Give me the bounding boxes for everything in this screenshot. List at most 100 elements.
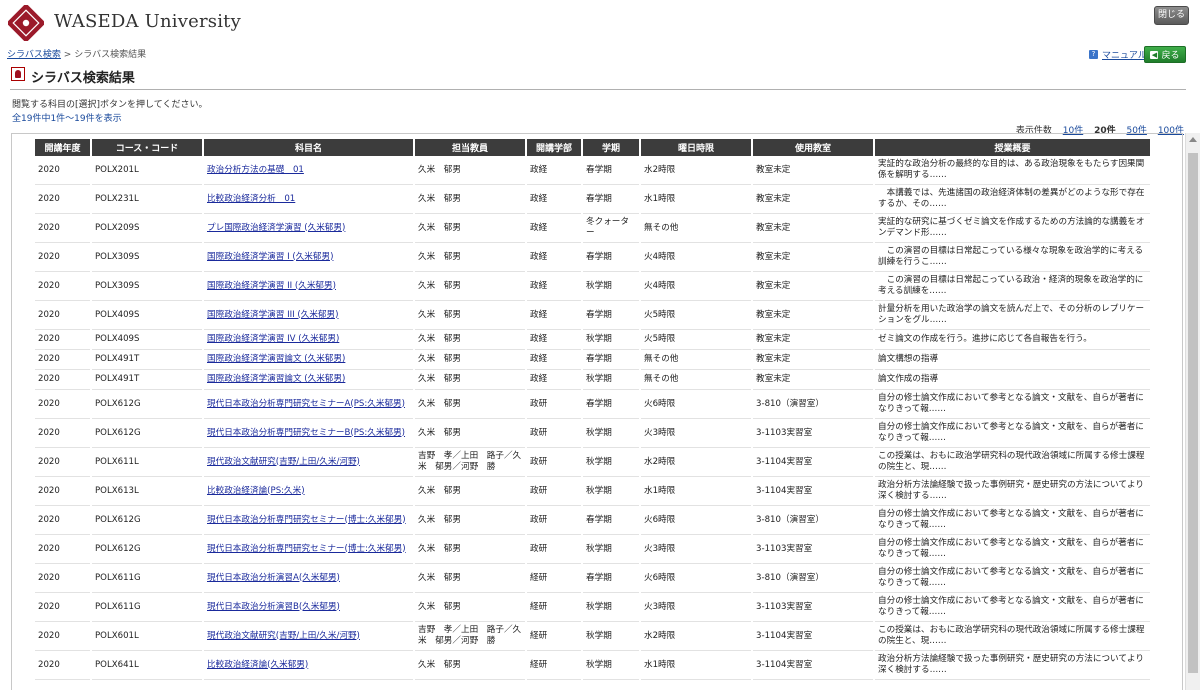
table-row: 2020 POLX491T 国際政治経済学演習論文 (久米郁男) 久米 郁男 政経 春学期… — [35, 350, 1150, 370]
cell-day-period: 無その他 — [641, 350, 751, 370]
manual-link[interactable]: ? マニュアル — [1089, 48, 1147, 61]
course-title-link[interactable]: 現代政治文献研究(吉野/上田/久米/河野) — [207, 631, 360, 641]
cell-term: 春学期 — [583, 350, 639, 370]
cell-term: 秋学期 — [583, 370, 639, 390]
cell-classroom: 3-1103実習室 — [753, 419, 873, 448]
course-title-link[interactable]: 国際政治経済学演習論文 (久米郁男) — [207, 374, 345, 384]
scroll-up-arrow-icon[interactable] — [1189, 137, 1197, 142]
cell-classroom: 教室未定 — [753, 330, 873, 350]
person-icon — [11, 67, 25, 81]
course-title-link[interactable]: プレ国際政治経済学演習 (久米郁男) — [207, 223, 345, 233]
vertical-scrollbar[interactable] — [1185, 133, 1200, 690]
column-header-course-title: 科目名 — [204, 139, 413, 156]
cell-summary: 計量分析を用いた政治学の論文を読んだ上で、その分析のレプリケーションをグル…… — [875, 301, 1150, 330]
table-row: 2020 POLX201L 政治分析方法の基礎 01 久米 郁男 政経 春学期 水2時限 教室… — [35, 156, 1150, 185]
cell-term: 春学期 — [583, 506, 639, 535]
cell-instructor: 久米 郁男 — [415, 350, 525, 370]
cell-day-period: 水2時限 — [641, 448, 751, 477]
cell-day-period: 火6時限 — [641, 390, 751, 419]
table-row: 2020 POLX409S 国際政治経済学演習 III (久米郁男) 久米 郁男 政経春… — [35, 301, 1150, 330]
course-title-link[interactable]: 国際政治経済学演習 II (久米郁男) — [207, 281, 336, 291]
cell-instructor: 久米 郁男 — [415, 535, 525, 564]
cell-year: 2020 — [35, 350, 90, 370]
cell-day-period: 火3時限 — [641, 535, 751, 564]
table-row: 2020 POLX613L 比較政治経済論(PS:久米) 久米 郁男 政研 秋学期 水1時限… — [35, 477, 1150, 506]
cell-faculty: 政経 — [527, 214, 581, 243]
cell-classroom: 教室未定 — [753, 243, 873, 272]
table-row: 2020 POLX491T 国際政治経済学演習論文 (久米郁男) 久米 郁男 政経 秋学期… — [35, 370, 1150, 390]
cell-year: 2020 — [35, 214, 90, 243]
cell-course-code: POLX612G — [92, 390, 202, 419]
course-title-link[interactable]: 現代日本政治分析専門研究セミナーA(PS:久米郁男) — [207, 399, 405, 409]
cell-day-period: 火4時限 — [641, 243, 751, 272]
cell-course-title: 現代政治文献研究(吉野/上田/久米/河野) — [204, 622, 413, 651]
cell-summary: 政治分析方法論経験で扱った事例研究・歴史研究の方法についてより深く検討する…… — [875, 477, 1150, 506]
course-title-link[interactable]: 比較政治経済論(PS:久米) — [207, 486, 305, 496]
back-button[interactable]: ◀ 戻る — [1144, 46, 1186, 63]
cell-day-period: 火3時限 — [641, 593, 751, 622]
cell-instructor: 久米 郁男 — [415, 651, 525, 680]
cell-day-period: 水2時限 — [641, 622, 751, 651]
table-row: 2020 POLX611L 現代政治文献研究(吉野/上田/久米/河野) 吉野 孝／上田… — [35, 448, 1150, 477]
cell-course-code: POLX231L — [92, 185, 202, 214]
cell-faculty: 政経 — [527, 301, 581, 330]
cell-course-code: POLX601L — [92, 622, 202, 651]
cell-faculty: 政研 — [527, 448, 581, 477]
cell-year: 2020 — [35, 156, 90, 185]
cell-year: 2020 — [35, 593, 90, 622]
scrollbar-thumb[interactable] — [1188, 153, 1198, 673]
cell-course-title: 国際政治経済学演習 I (久米郁男) — [204, 243, 413, 272]
course-title-link[interactable]: 現代日本政治分析専門研究セミナー(博士:久米郁男) — [207, 544, 406, 554]
cell-course-title: 国際政治経済学演習 II (久米郁男) — [204, 272, 413, 301]
course-title-link[interactable]: 国際政治経済学演習論文 (久米郁男) — [207, 354, 345, 364]
course-title-link[interactable]: 現代日本政治分析専門研究セミナー(博士:久米郁男) — [207, 515, 406, 525]
cell-instructor: 久米 郁男 — [415, 301, 525, 330]
course-title-link[interactable]: 国際政治経済学演習 IV (久米郁男) — [207, 334, 339, 344]
column-header-year: 開講年度 — [35, 139, 90, 156]
cell-summary: 自分の修士論文作成において参考となる論文・文献を、自らが著者になりきって報…… — [875, 593, 1150, 622]
cell-instructor: 久米 郁男 — [415, 272, 525, 301]
cell-summary: 自分の修士論文作成において参考となる論文・文献を、自らが著者になりきって報…… — [875, 506, 1150, 535]
cell-year: 2020 — [35, 301, 90, 330]
cell-term: 秋学期 — [583, 330, 639, 350]
cell-instructor: 久米 郁男 — [415, 185, 525, 214]
course-title-link[interactable]: 政治分析方法の基礎 01 — [207, 165, 304, 175]
cell-classroom: 3-1104実習室 — [753, 448, 873, 477]
course-title-link[interactable]: 現代日本政治分析演習A(久米郁男) — [207, 573, 340, 583]
cell-course-code: POLX201L — [92, 156, 202, 185]
cell-course-code: POLX491T — [92, 350, 202, 370]
cell-summary: この演習の目標は日常起こっている様々な現象を政治学的に考える訓練を行うこ…… — [875, 243, 1150, 272]
cell-year: 2020 — [35, 330, 90, 350]
breadcrumb-link-search[interactable]: シラバス検索 — [7, 50, 61, 60]
course-title-link[interactable]: 国際政治経済学演習 I (久米郁男) — [207, 252, 333, 262]
cell-course-title: 比較政治経済論(久米郁男) — [204, 651, 413, 680]
cell-term: 秋学期 — [583, 477, 639, 506]
cell-summary: この授業は、おもに政治学研究科の現代政治領域に所属する修士課程の院生と、現…… — [875, 622, 1150, 651]
course-title-link[interactable]: 現代日本政治分析専門研究セミナーB(PS:久米郁男) — [207, 428, 405, 438]
cell-summary: 本講義では、先進諸国の政治経済体制の差異がどのような形で存在するか、その…… — [875, 185, 1150, 214]
cell-term: 春学期 — [583, 301, 639, 330]
cell-day-period: 火3時限 — [641, 419, 751, 448]
table-row: 2020 POLX309S 国際政治経済学演習 I (久米郁男) 久米 郁男 政経 春学期… — [35, 243, 1150, 272]
cell-term: 秋学期 — [583, 419, 639, 448]
cell-year: 2020 — [35, 622, 90, 651]
close-button[interactable]: 閉じる — [1154, 6, 1189, 25]
cell-year: 2020 — [35, 185, 90, 214]
course-title-link[interactable]: 比較政治経済分析 01 — [207, 194, 295, 204]
cell-summary: 自分の修士論文作成において参考となる論文・文献を、自らが著者になりきって報…… — [875, 535, 1150, 564]
cell-instructor: 久米 郁男 — [415, 564, 525, 593]
course-title-link[interactable]: 現代政治文献研究(吉野/上田/久米/河野) — [207, 457, 360, 467]
page-title: シラバス検索結果 — [31, 71, 135, 86]
cell-summary: この授業は、おもに政治学研究科の現代政治領域に所属する修士課程の院生と、現…… — [875, 448, 1150, 477]
table-row: 2020 POLX231L 比較政治経済分析 01 久米 郁男 政経 春学期 水1時限 教室未… — [35, 185, 1150, 214]
course-title-link[interactable]: 国際政治経済学演習 III (久米郁男) — [207, 310, 339, 320]
cell-instructor: 久米 郁男 — [415, 243, 525, 272]
cell-day-period: 火6時限 — [641, 564, 751, 593]
cell-faculty: 政研 — [527, 419, 581, 448]
course-title-link[interactable]: 現代日本政治分析演習B(久米郁男) — [207, 602, 340, 612]
cell-year: 2020 — [35, 419, 90, 448]
cell-instructor: 久米 郁男 — [415, 156, 525, 185]
cell-classroom: 教室未定 — [753, 185, 873, 214]
table-row: 2020 POLX612G 現代日本政治分析専門研究セミナー(博士:久米郁男) 久米 … — [35, 506, 1150, 535]
course-title-link[interactable]: 比較政治経済論(久米郁男) — [207, 660, 308, 670]
